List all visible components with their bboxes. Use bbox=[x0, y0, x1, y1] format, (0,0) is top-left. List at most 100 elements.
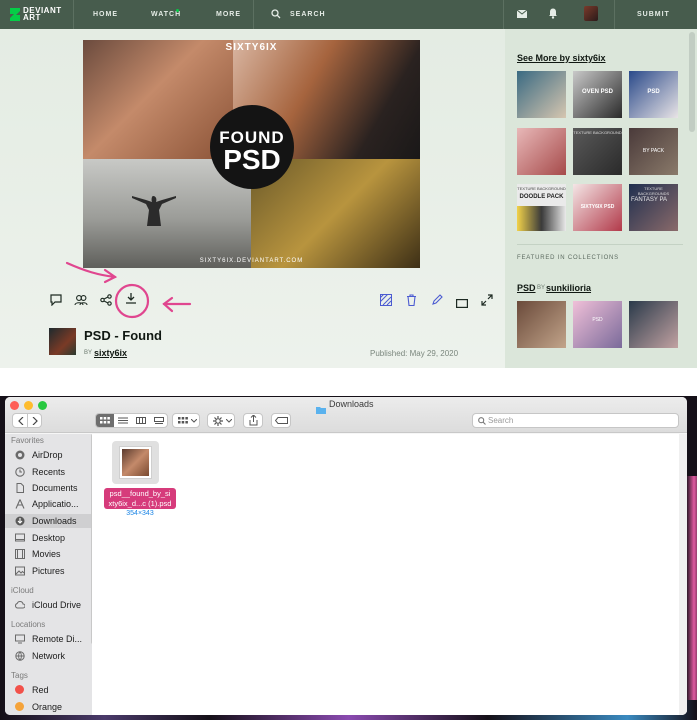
pictures-icon bbox=[15, 566, 25, 576]
sidebar-item-desktop[interactable]: Desktop bbox=[5, 531, 92, 545]
gear-icon bbox=[213, 416, 223, 426]
annotation-arrows bbox=[65, 261, 192, 319]
apps-icon bbox=[15, 499, 25, 509]
globe-icon bbox=[15, 651, 25, 661]
collection-owner-link[interactable]: sunkilioria bbox=[546, 283, 591, 293]
more-thumb-7[interactable]: TEXTURE BACKGROUND DOODLE PACK bbox=[517, 184, 566, 231]
see-more-link[interactable]: See More by sixty6ix bbox=[517, 53, 606, 63]
file-name-label[interactable]: psd__found_by_si xty6ix_d...c (1).psd bbox=[104, 488, 176, 509]
more-thumb-4[interactable] bbox=[517, 128, 566, 175]
tags-heading: Tags bbox=[11, 671, 28, 680]
more-thumb-5[interactable]: TEXTURE BACKGROUND bbox=[573, 128, 622, 175]
stripes-icon[interactable] bbox=[379, 293, 392, 311]
search-field[interactable]: SEARCH bbox=[290, 11, 326, 18]
bell-icon[interactable] bbox=[548, 8, 558, 21]
monitor-icon bbox=[15, 634, 25, 644]
collection-thumb-2[interactable]: PSD bbox=[573, 301, 622, 348]
sidebar-item-downloads[interactable]: Downloads bbox=[5, 514, 92, 528]
more-thumb-6[interactable]: BY PACK bbox=[629, 128, 678, 175]
window-title: Downloads bbox=[329, 399, 374, 409]
sidebar-item-tag-orange[interactable]: Orange bbox=[5, 700, 92, 714]
search-placeholder: Search bbox=[488, 416, 514, 425]
sidebar-item-network[interactable]: Network bbox=[5, 649, 92, 663]
sidebar-item-pictures[interactable]: Pictures bbox=[5, 564, 92, 578]
mail-icon[interactable] bbox=[516, 9, 528, 20]
favorites-heading: Favorites bbox=[11, 436, 44, 445]
screenshot-gap bbox=[0, 368, 697, 398]
sidebar-item-tag-red[interactable]: Red bbox=[5, 683, 92, 697]
share-icon bbox=[249, 415, 258, 426]
psd-thumbnail bbox=[122, 449, 149, 476]
zoom-button[interactable] bbox=[38, 401, 47, 410]
trash-icon[interactable] bbox=[406, 293, 417, 311]
finder-window: Downloads Search Favorites AirDrop Recen… bbox=[5, 397, 687, 715]
artwork-watermark: SIXTY6IX bbox=[225, 42, 278, 53]
forward-icon[interactable] bbox=[32, 417, 38, 425]
back-icon[interactable] bbox=[18, 417, 24, 425]
more-thumb-3[interactable]: PSD bbox=[629, 71, 678, 118]
gallery-view-icon[interactable] bbox=[154, 417, 164, 424]
deviantart-logo-icon[interactable] bbox=[9, 7, 21, 24]
author-link[interactable]: sixty6ix bbox=[94, 348, 127, 358]
content-scrollbar[interactable] bbox=[679, 434, 687, 715]
finder-sidebar: Favorites AirDrop Recents Documents Appl… bbox=[5, 434, 92, 715]
deviation-title: PSD - Found bbox=[84, 328, 162, 343]
sidebar-item-icloud-drive[interactable]: iCloud Drive bbox=[5, 598, 92, 612]
tags-button[interactable] bbox=[271, 413, 291, 428]
search-field[interactable]: Search bbox=[472, 413, 679, 428]
share-button[interactable] bbox=[243, 413, 263, 428]
chevron-down-icon bbox=[191, 419, 197, 423]
collection-link[interactable]: PSD bbox=[517, 283, 536, 293]
search-icon bbox=[478, 417, 486, 425]
clock-icon bbox=[15, 467, 25, 477]
minimize-button[interactable] bbox=[24, 401, 33, 410]
expand-icon[interactable] bbox=[481, 293, 493, 311]
folder-icon bbox=[316, 401, 326, 419]
artwork-image[interactable]: FOUND PSD SIXTY6IX SIXTY6IX.DEVIANTART.C… bbox=[83, 40, 420, 268]
action-menu-control[interactable] bbox=[207, 413, 235, 428]
file-icon-selection[interactable] bbox=[112, 441, 159, 484]
icloud-heading: iCloud bbox=[11, 586, 34, 595]
orange-tag-dot-icon bbox=[15, 702, 24, 711]
tag-icon bbox=[275, 417, 288, 424]
collection-thumb-3[interactable] bbox=[629, 301, 678, 348]
sidebar-item-airdrop[interactable]: AirDrop bbox=[5, 448, 92, 462]
finder-content: psd__found_by_si xty6ix_d...c (1).psd 35… bbox=[92, 434, 687, 715]
more-thumb-2[interactable]: OVEN PSD bbox=[573, 71, 622, 118]
published-date: Published: May 29, 2020 bbox=[370, 349, 459, 358]
sidebar-item-applications[interactable]: Applicatio... bbox=[5, 497, 92, 511]
submit-button[interactable]: SUBMIT bbox=[637, 11, 670, 18]
column-view-icon[interactable] bbox=[136, 417, 146, 424]
back-forward-control[interactable] bbox=[12, 413, 42, 428]
search-icon[interactable] bbox=[271, 9, 281, 21]
sidebar-item-recents[interactable]: Recents bbox=[5, 465, 92, 479]
sidebar-item-movies[interactable]: Movies bbox=[5, 547, 92, 561]
psd-file-icon[interactable] bbox=[119, 446, 152, 479]
author-avatar[interactable] bbox=[49, 328, 76, 355]
watch-indicator-dot bbox=[176, 9, 179, 12]
collection-thumb-1[interactable] bbox=[517, 301, 566, 348]
film-icon bbox=[15, 549, 25, 559]
download-folder-icon bbox=[15, 516, 25, 526]
list-view-icon[interactable] bbox=[118, 417, 128, 424]
close-button[interactable] bbox=[10, 401, 19, 410]
edit-icon[interactable] bbox=[431, 293, 443, 311]
nav-more[interactable]: MORE bbox=[216, 11, 241, 18]
group-icon bbox=[178, 417, 188, 424]
more-thumb-1[interactable] bbox=[517, 71, 566, 118]
by-label: BY bbox=[84, 350, 93, 356]
avatar[interactable] bbox=[584, 6, 598, 21]
nav-home[interactable]: HOME bbox=[93, 11, 118, 18]
view-mode-control[interactable] bbox=[95, 413, 168, 428]
nav-watch[interactable]: WATCH bbox=[151, 11, 181, 18]
sidebar-item-documents[interactable]: Documents bbox=[5, 481, 92, 495]
group-by-control[interactable] bbox=[172, 413, 200, 428]
sidebar-item-remote-disc[interactable]: Remote Di... bbox=[5, 632, 92, 646]
woman-silhouette bbox=[132, 196, 176, 226]
icon-view-button[interactable] bbox=[96, 414, 114, 427]
more-thumb-8[interactable]: SIXTY6IX PSD bbox=[573, 184, 622, 231]
deviantart-logo-text[interactable]: DEVIANT ART bbox=[23, 7, 62, 22]
fullscreen-view-icon[interactable] bbox=[456, 295, 469, 313]
deviantart-top-bar: DEVIANT ART HOME WATCH MORE SEARCH SUBMI… bbox=[0, 0, 697, 29]
page-scrollbar[interactable] bbox=[689, 32, 695, 132]
